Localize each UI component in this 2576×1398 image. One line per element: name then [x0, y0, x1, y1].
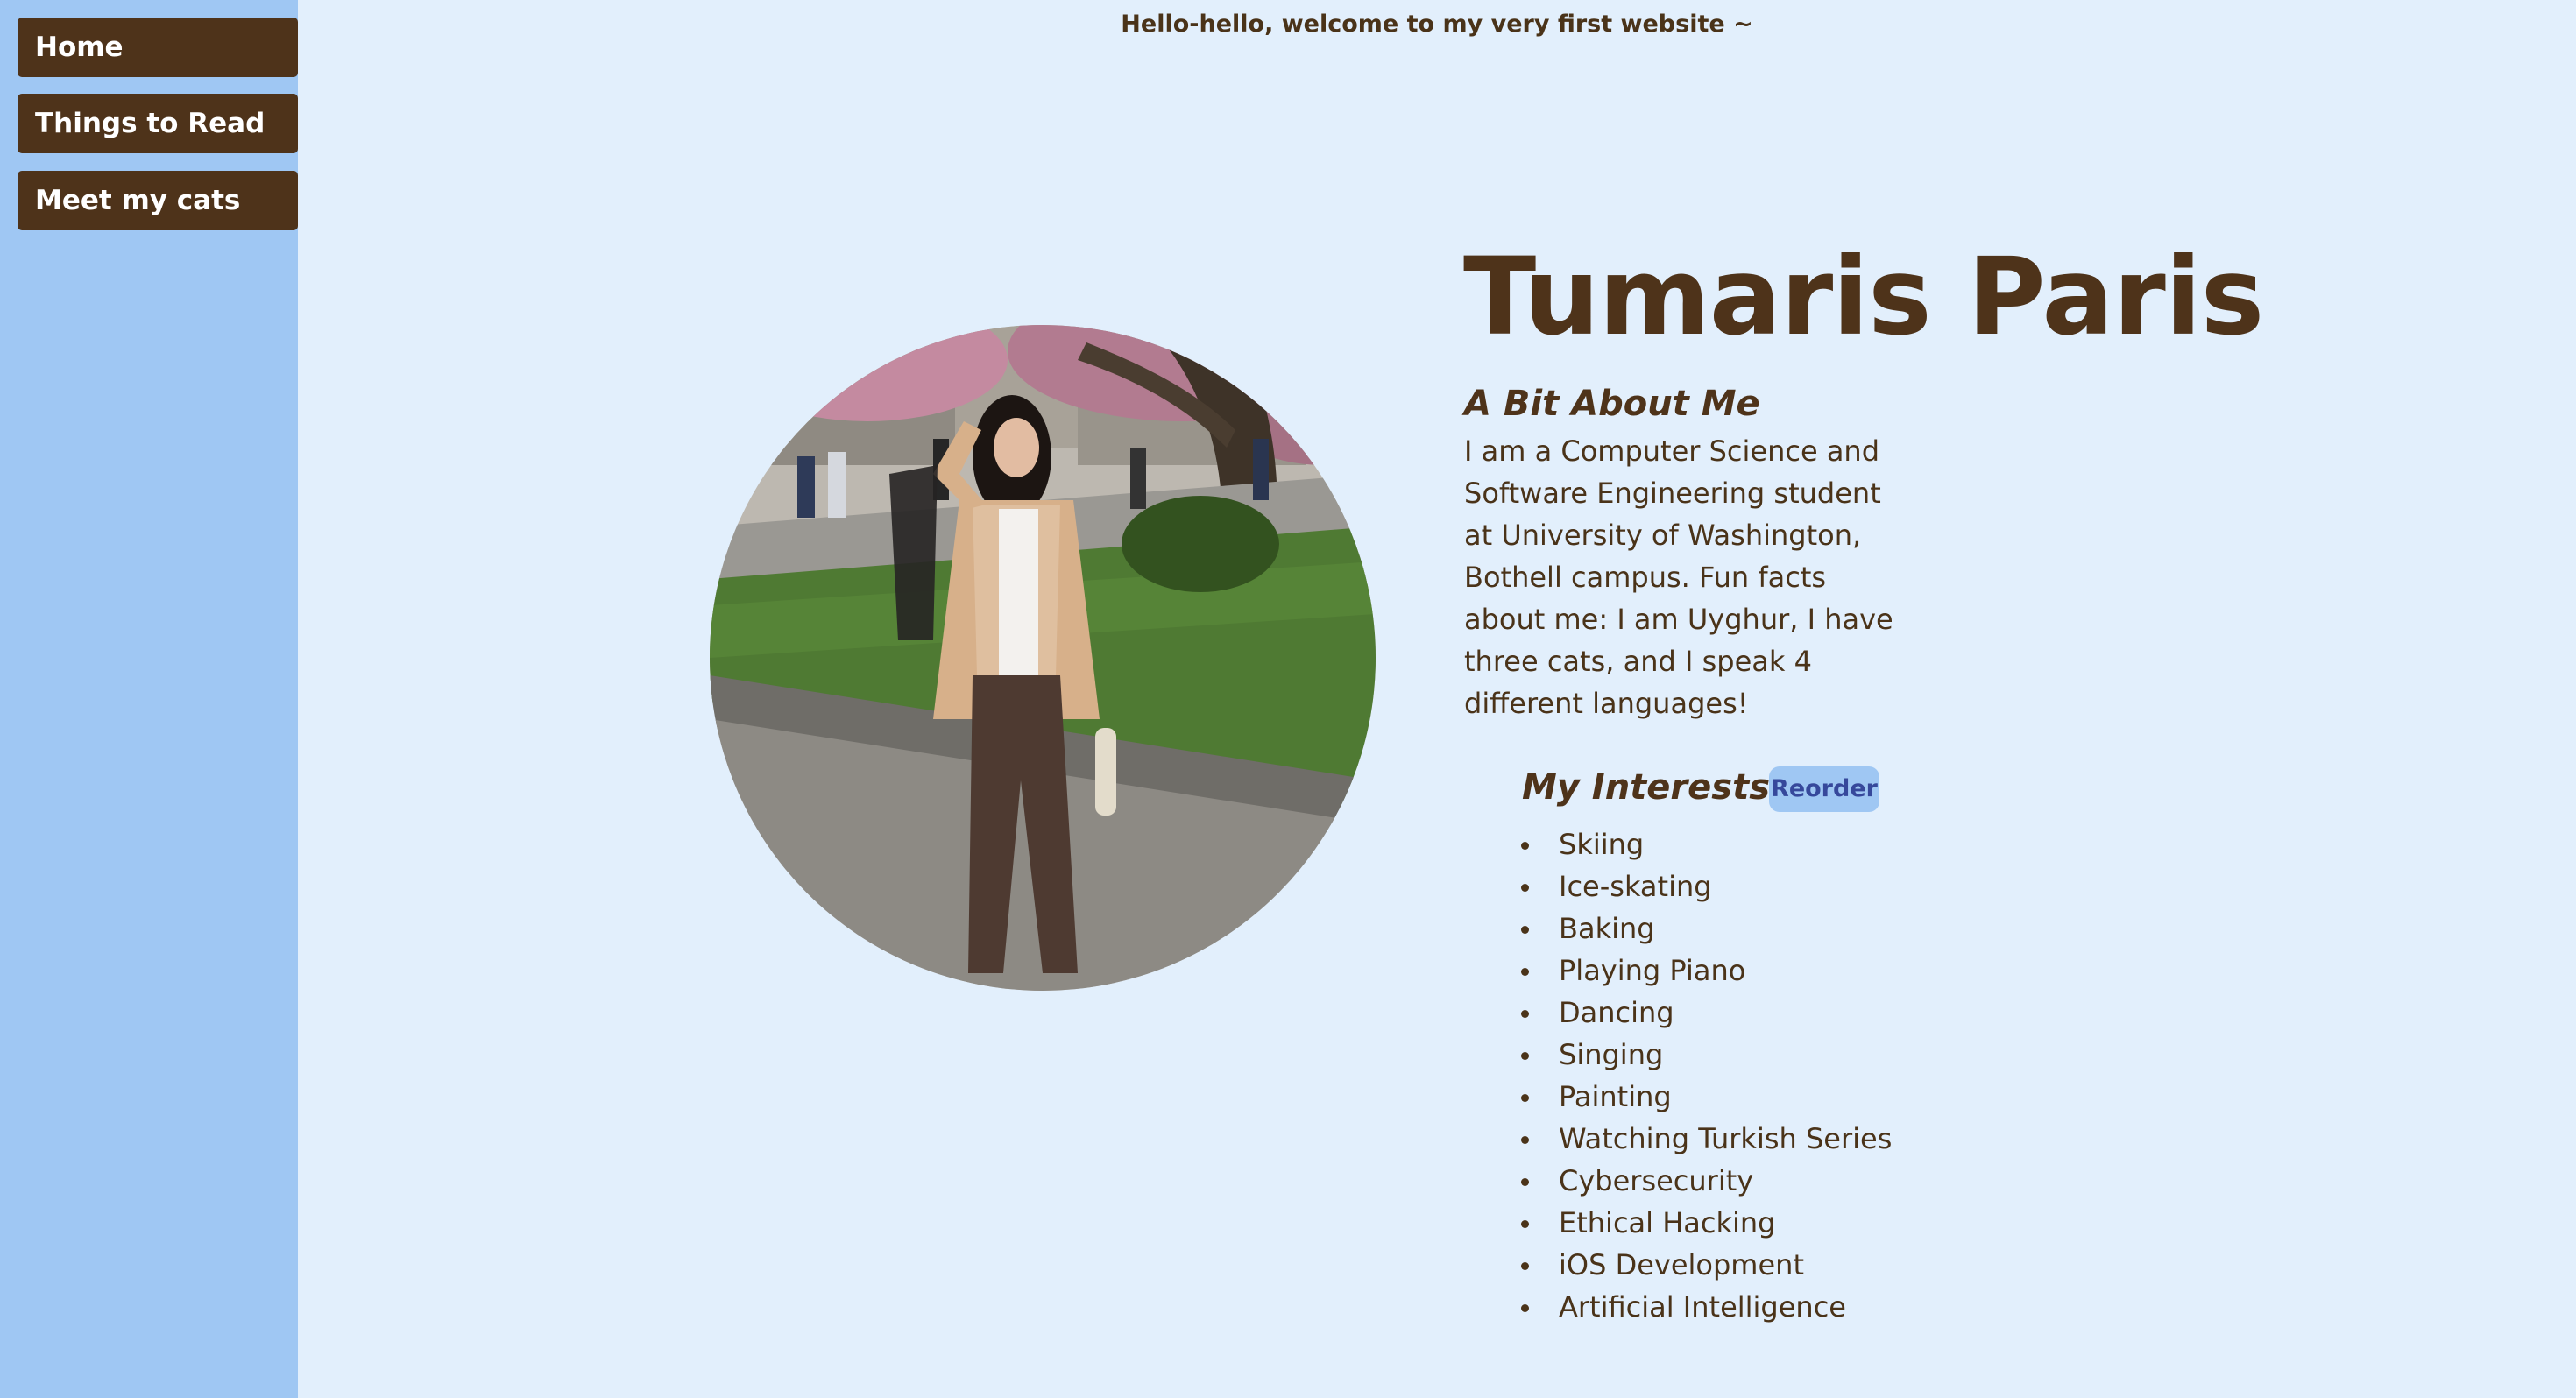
reorder-button[interactable]: Reorder	[1769, 766, 1879, 812]
interest-item: Skiing	[1521, 823, 1892, 865]
profile-name: Tumaris Paris	[1463, 235, 2264, 359]
sidebar: Home Things to Read Meet my cats	[0, 0, 298, 1398]
interest-item: Watching Turkish Series	[1521, 1118, 1892, 1160]
about-paragraph: I am a Computer Science and Software Eng…	[1464, 434, 1893, 720]
interests-list: Skiing Ice-skating Baking Playing Piano …	[1521, 823, 1892, 1328]
interest-item: iOS Development	[1521, 1244, 1892, 1286]
interest-item: Singing	[1521, 1034, 1892, 1076]
welcome-message: Hello-hello, welcome to my very first we…	[1121, 11, 1753, 38]
interest-item: Painting	[1521, 1076, 1892, 1118]
about-heading: A Bit About Me	[1464, 384, 1760, 424]
interest-item: Baking	[1521, 907, 1892, 950]
interests-heading: My Interests	[1522, 767, 1771, 808]
profile-photo	[710, 325, 1376, 991]
interest-item: Ethical Hacking	[1521, 1202, 1892, 1244]
interest-item: Cybersecurity	[1521, 1160, 1892, 1202]
interest-item: Artificial Intelligence	[1521, 1286, 1892, 1328]
nav-things-to-read-button[interactable]: Things to Read	[18, 94, 298, 153]
interest-item: Ice-skating	[1521, 865, 1892, 907]
interest-item: Dancing	[1521, 992, 1892, 1034]
nav-meet-my-cats-button[interactable]: Meet my cats	[18, 171, 298, 230]
nav-home-button[interactable]: Home	[18, 18, 298, 77]
interest-item: Playing Piano	[1521, 950, 1892, 992]
